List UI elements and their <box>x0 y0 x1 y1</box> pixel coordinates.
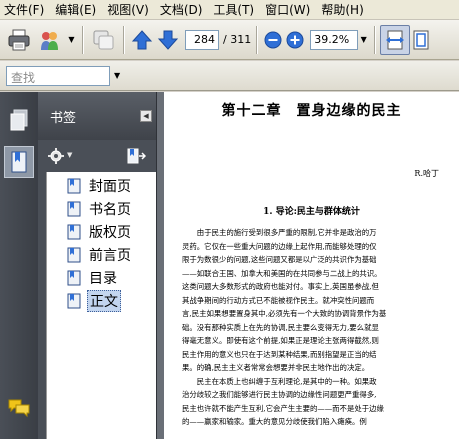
navigation-strip <box>0 92 38 439</box>
bookmark-label: 正文 <box>87 289 121 312</box>
body-line: 得毫无意义。即使有这个前提,如果正是理论主张两得截然,则 <box>182 336 379 345</box>
bookmark-icon <box>67 224 81 239</box>
chapter-title: 第十二章 置身边缘的民主 <box>221 103 402 119</box>
body-line: 其战争期间的行动方式已不能被视作民主。就冲突性问题而 <box>182 295 375 305</box>
body-line: ——如联合王国、加拿大和美国的在共同参与二战上的共识。 <box>182 268 382 278</box>
body-line: 限于为数很少的问题,这些问题又都是以广泛的共识作为基础 <box>182 255 377 264</box>
bookmark-item[interactable]: 版权页 <box>47 220 156 243</box>
bookmarks-panel-edge <box>38 172 46 439</box>
section-title: 1. 导论:民主与群体统计 <box>263 207 360 217</box>
toolbar-separator <box>82 25 83 54</box>
document-body: 由于民主的施行受到很多严重的限制,它并非是政治的万 灵药。它仅在一些重大问题的边… <box>182 226 451 429</box>
bookmark-label: 前言页 <box>89 247 131 264</box>
body-line: 言,民主如果想要置身其中,必须先有一个大致的协调背景作为基 <box>182 309 387 318</box>
bookmark-label: 版权页 <box>89 224 131 241</box>
bookmark-label: 目录 <box>89 270 117 287</box>
bookmark-item[interactable]: 封面页 <box>47 174 156 197</box>
toolbar-separator <box>256 25 258 54</box>
zoom-dropdown-icon[interactable]: ▼ <box>358 30 369 50</box>
bookmark-item[interactable]: 目录 <box>47 266 156 289</box>
body-line: 由于民主的施行受到很多严重的限制,它并非是政治的万 <box>196 228 377 237</box>
print-button[interactable] <box>4 25 34 55</box>
bookmark-label: 封面页 <box>89 178 131 195</box>
bookmarks-panel-button[interactable] <box>4 146 34 178</box>
menu-file[interactable]: 文件(F) <box>4 1 44 18</box>
body-line: 的——赢家和输家。重大的意见分歧使我们陷入瘫痪。例 <box>182 417 367 426</box>
bookmark-panel-icon <box>11 151 27 173</box>
zoom-in-icon <box>286 31 304 48</box>
options-dropdown-icon[interactable]: ▼ <box>67 151 72 159</box>
body-line: 民主作用的意义也只在于达到某种结果,而别指望是正当的结 <box>182 349 377 359</box>
fit-page-icon <box>413 30 429 49</box>
menu-tools[interactable]: 工具(T) <box>213 1 254 18</box>
menu-window[interactable]: 窗口(W) <box>265 1 310 18</box>
bookmark-icon <box>67 293 81 308</box>
expand-bookmark-icon[interactable] <box>126 146 146 166</box>
menu-view[interactable]: 视图(V) <box>107 1 149 18</box>
page-up-icon <box>131 29 153 49</box>
bookmark-item-selected[interactable]: 正文 <box>47 289 156 312</box>
body-line: 治分歧较之我们能够进行民主协调的边缘性问题更严重得多, <box>182 390 377 399</box>
share-dropdown-icon[interactable]: ▼ <box>66 30 77 50</box>
zoom-level-input[interactable]: 39.2% <box>310 29 359 50</box>
menu-bar: 文件(F) 编辑(E) 视图(V) 文档(D) 工具(T) 窗口(W) 帮助(H… <box>0 0 459 20</box>
share-icon <box>41 31 58 50</box>
options-gear-icon[interactable] <box>48 148 64 164</box>
bookmark-icon <box>67 270 81 285</box>
bookmark-item[interactable]: 书名页 <box>47 197 156 220</box>
previous-page-button[interactable] <box>129 25 155 55</box>
zoom-out-button[interactable] <box>262 25 284 55</box>
fit-width-button[interactable] <box>380 24 411 55</box>
body-line: 础。没有那种实质上在先的协调,民主要么变得无力,要么就显 <box>182 322 379 332</box>
pages-panel-button[interactable] <box>4 104 34 136</box>
collapse-panel-button[interactable]: ◀ <box>140 110 152 122</box>
bookmarks-toolbar: ▼ <box>38 140 156 172</box>
zoom-in-button[interactable] <box>284 25 306 55</box>
bookmark-label: 书名页 <box>89 201 131 218</box>
bookmarks-list: 封面页 书名页 版权页 前言页 目录 正文 <box>46 172 156 439</box>
bookmark-icon <box>67 178 81 193</box>
panel-splitter[interactable] <box>156 92 164 439</box>
body-line: 灵药。它仅在一些重大问题的边缘上起作用,而能够处理的仅 <box>182 241 377 251</box>
bookmarks-panel-title: 书签 <box>50 110 77 126</box>
body-line: 民主在本质上也纠缠于互利理论,是其中的一种。如果政 <box>196 376 377 386</box>
pages-icon <box>10 109 28 131</box>
body-line: 民主也许就不能产生互利,它会产生主要的——而不是处于边缘 <box>182 403 384 413</box>
find-dropdown-icon[interactable]: ▼ <box>114 71 120 80</box>
toolbar: ▼ 284 / 311 39.2% ▼ <box>0 20 459 60</box>
page-total-label: / 311 <box>223 33 252 46</box>
find-input[interactable]: 查找 <box>6 65 110 86</box>
print-icon <box>8 29 30 50</box>
body-line: 这类问题大多数形式的政府也能对付。事实上,英国虽参战,但 <box>182 282 379 291</box>
bookmark-icon <box>67 247 81 262</box>
bookmark-item[interactable]: 前言页 <box>47 243 156 266</box>
toolbar-separator <box>374 25 376 54</box>
fit-page-button[interactable] <box>410 25 432 55</box>
fit-width-icon <box>386 30 405 49</box>
page-number-input[interactable]: 284 <box>185 29 219 50</box>
menu-help[interactable]: 帮助(H) <box>321 1 363 18</box>
zoom-out-icon <box>264 31 282 48</box>
menu-document[interactable]: 文档(D) <box>160 1 203 18</box>
bookmark-icon <box>67 201 81 216</box>
comments-panel-button[interactable] <box>4 392 34 424</box>
comment-icon <box>93 30 114 49</box>
bookmarks-panel-header: 书签 ◀ <box>38 92 156 140</box>
share-button[interactable] <box>34 25 66 55</box>
toolbar-separator <box>123 25 124 54</box>
comment-button[interactable] <box>88 25 118 55</box>
find-bar: 查找 ▼ <box>0 61 459 91</box>
page-down-icon <box>157 30 179 50</box>
menu-edit[interactable]: 编辑(E) <box>55 1 96 18</box>
comments-icon <box>8 399 30 418</box>
next-page-button[interactable] <box>155 25 181 55</box>
document-page[interactable]: 第十二章 置身边缘的民主 R.哈丁 1. 导论:民主与群体统计 由于民主的施行受… <box>164 92 459 439</box>
body-line: 果。的确,民主主义者常常会想要并非民主地作出的决定。 <box>182 363 370 372</box>
author-name: R.哈丁 <box>414 169 439 178</box>
